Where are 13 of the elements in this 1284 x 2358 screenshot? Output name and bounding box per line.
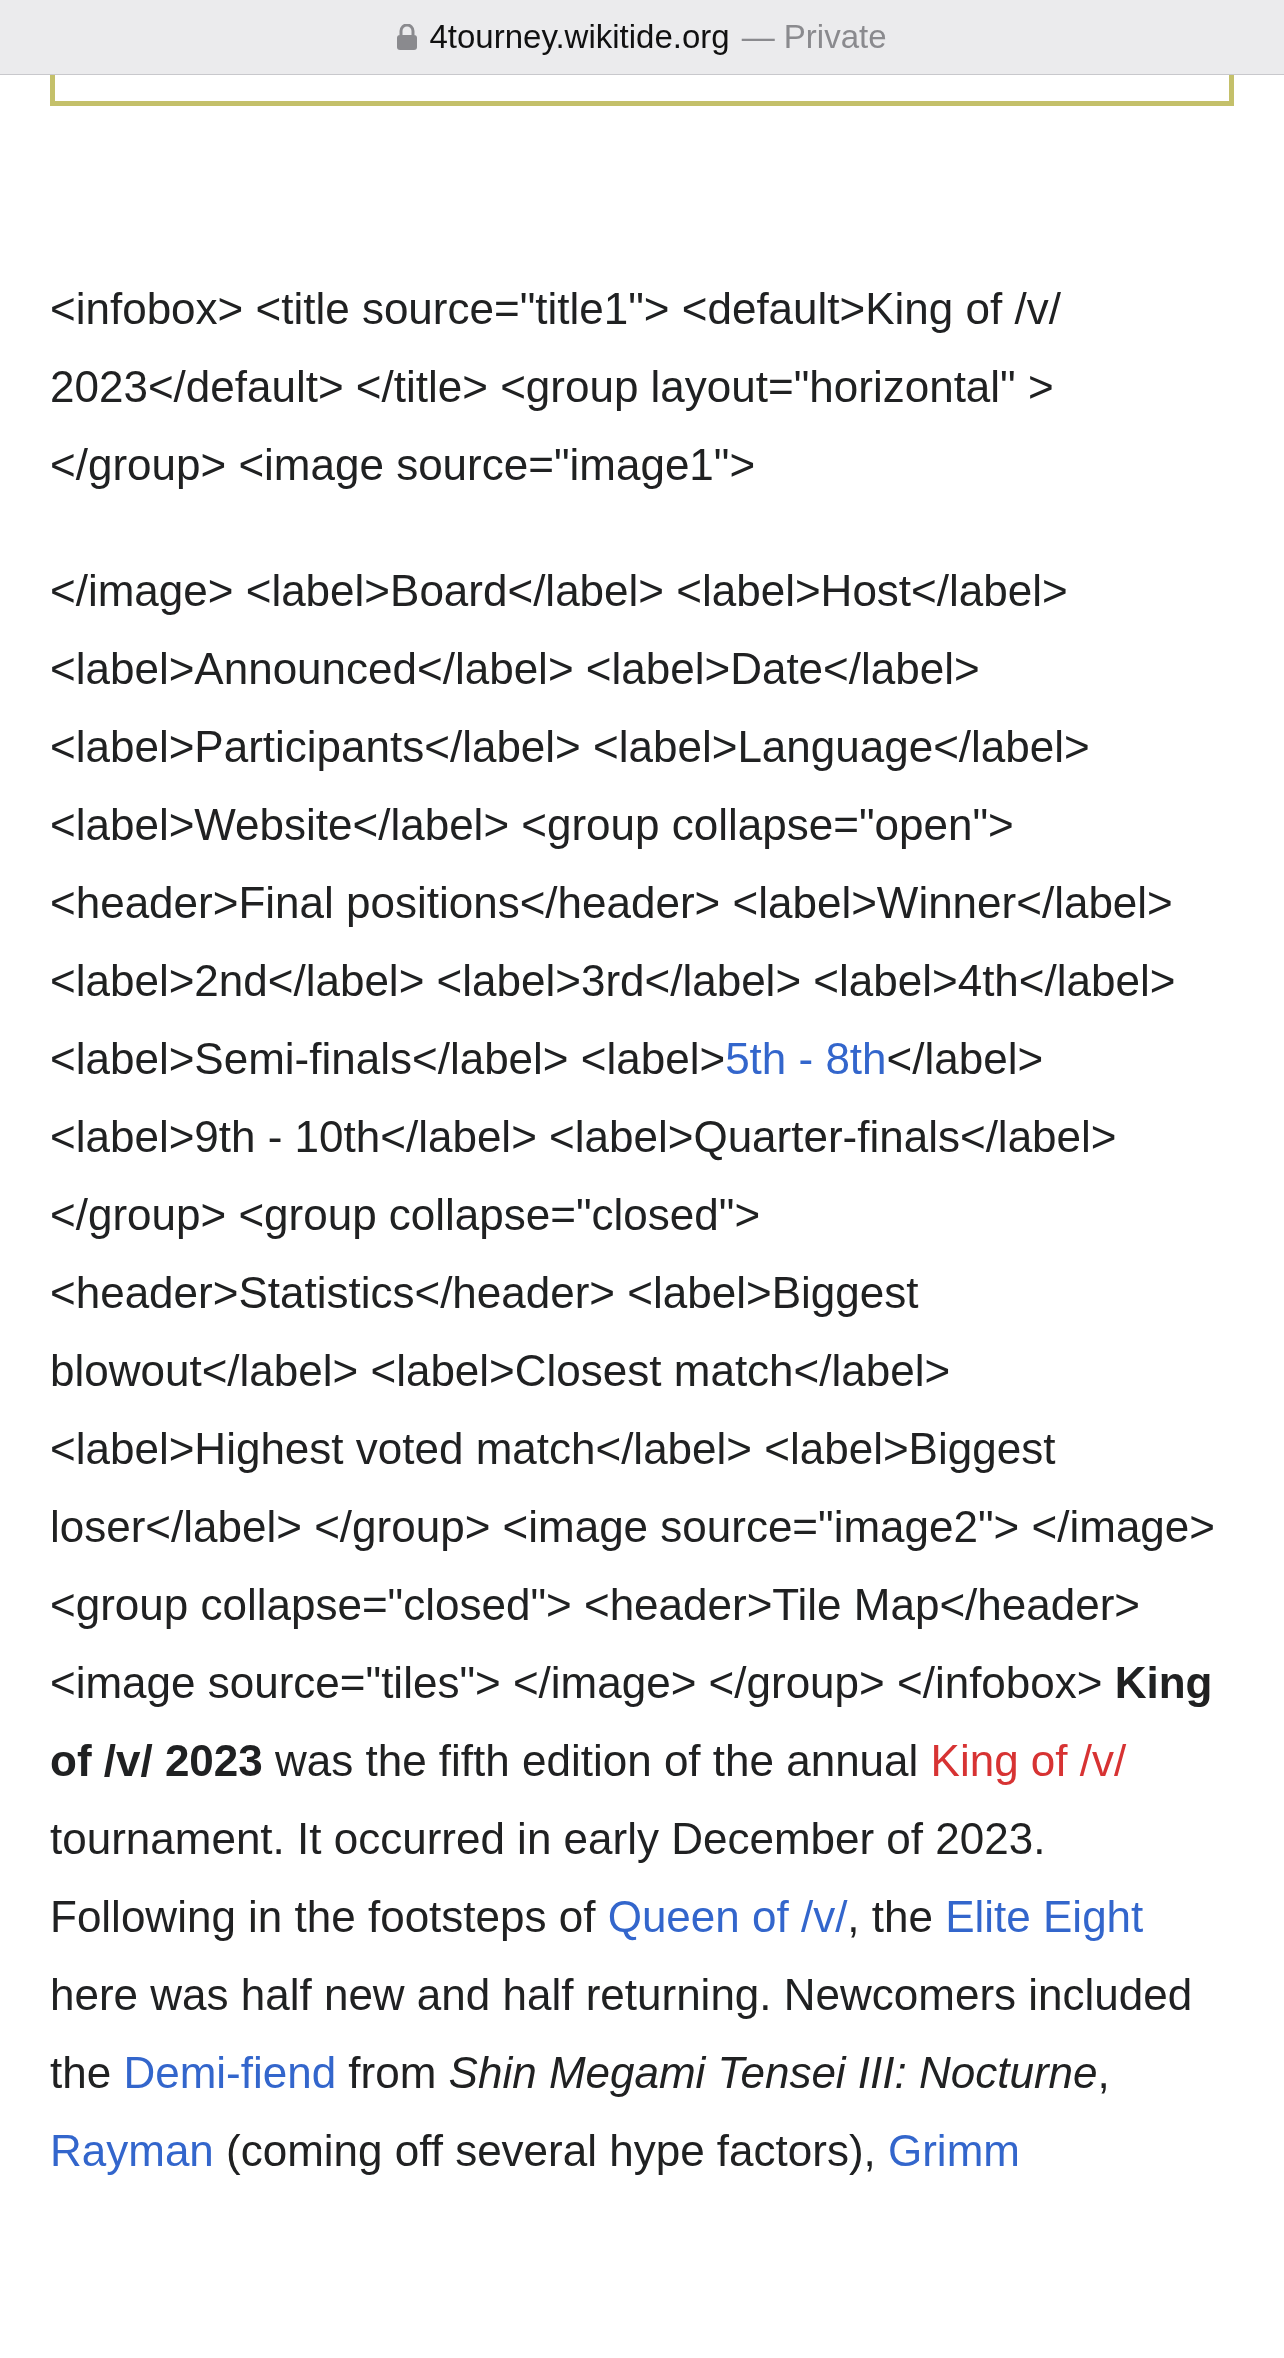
lock-icon [397, 24, 418, 50]
private-label: — Private [741, 17, 887, 58]
link[interactable]: Demi-fiend [123, 2048, 337, 2097]
missing-page-link[interactable]: King of /v/ [930, 1736, 1127, 1785]
link[interactable]: 5th - 8th [725, 1034, 887, 1083]
link[interactable]: Rayman [50, 2126, 214, 2175]
link[interactable]: Queen of /v/ [607, 1892, 848, 1941]
url-domain: 4tourney.wikitide.org [429, 17, 730, 58]
link[interactable]: Grimm [888, 2126, 1020, 2175]
link[interactable]: Elite Eight [945, 1892, 1144, 1941]
paragraph: </image> <label>Board</label> <label>Host</label> <label>Announced</label> <label>Date</label> <label>Participants</label> <label>Language</label> <label>Website</label> <group collapse="open"> <header>Final positions</header> <label>Winner</label> <label>2nd</label> <label>3rd</label> <label>4th</label> <label>Semi-finals</label> <label>5th - 8th</label> <label>9th - 10th</label> <label>Quarter-finals</label> </group> <group collapse="closed"> <header>Statistics</header> <label>Biggest blowout</label> <label>Closest match</label> <label>Highest voted match</label> <label>Biggest loser</label> </group> <image source="image2"> </image> <group collapse="closed"> <header>Tile Map</header> <image source="tiles"> </image> </group> </infobox> King of /v/ 2023 was the fifth edition of the annual King of /v/ tournament. It occurred in early December of 2023. Following in the footsteps of Queen of /v/, the Elite Eight here was half new and half returning. Newcomers included the Demi-fiend from Shin Megami Tensei III: Nocturne, Rayman (coming off several hype factors), Grimm [50, 565, 1216, 2177]
address-bar[interactable]: 4tourney.wikitide.org — Private [0, 0, 1284, 75]
paragraph: <infobox> <title source="title1"> <default>King of /v/ 2023</default> </title> <group layout="horizontal" > </group> <image source="image1"> [50, 283, 1062, 491]
